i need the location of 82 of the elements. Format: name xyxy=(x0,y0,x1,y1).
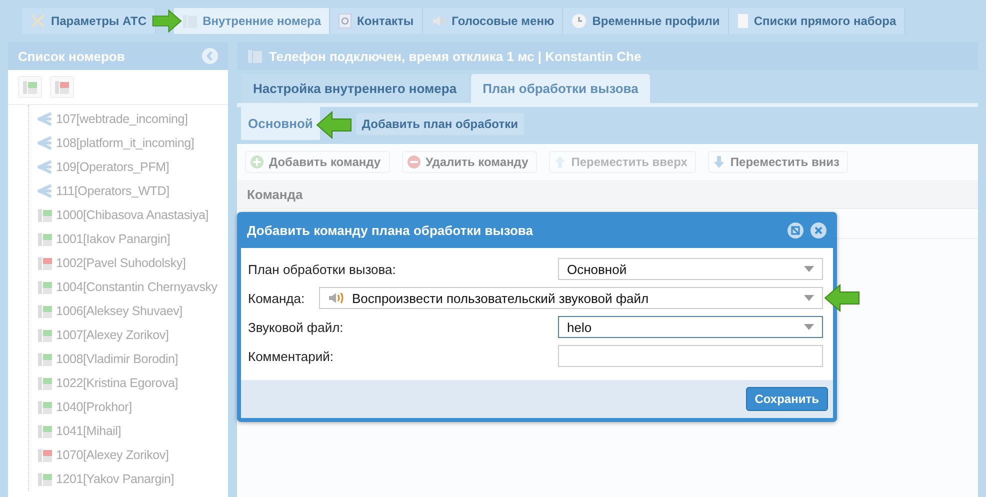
desk-phone-icon xyxy=(37,351,53,367)
main-tab[interactable]: Списки прямого набора xyxy=(728,8,906,34)
save-button[interactable]: Сохранить xyxy=(746,387,828,411)
branch-icon xyxy=(37,112,53,126)
panel-title: Телефон подключен, время отклика 1 мс | Konstantin Che xyxy=(269,48,642,64)
desk-phone-icon xyxy=(54,79,70,95)
document-icon xyxy=(736,13,749,29)
dropdown-caret-icon xyxy=(804,324,814,330)
dropdown-field[interactable]: helo xyxy=(558,316,823,338)
desk-phone-icon xyxy=(37,375,53,391)
tools-icon xyxy=(30,13,46,29)
tree-item[interactable]: 1022[Kristina Egorova] xyxy=(29,371,228,395)
speaker-icon xyxy=(328,291,346,305)
tree-item[interactable]: 108[platform_it_incoming] xyxy=(29,131,228,155)
tree-item[interactable]: 1201[Yakov Panargin] xyxy=(29,467,228,491)
maximize-icon[interactable] xyxy=(787,222,804,238)
main-tab[interactable]: Голосовые меню xyxy=(422,8,564,34)
remove-number-button[interactable] xyxy=(50,76,74,98)
tree-item[interactable]: 1040[Prokhor] xyxy=(29,395,228,419)
tree-item[interactable]: 1002[Pavel Suhodolsky] xyxy=(29,251,228,275)
remove-icon xyxy=(406,155,421,169)
toolbar-button[interactable]: Переместить вниз xyxy=(708,151,848,173)
input-field[interactable] xyxy=(558,345,823,367)
tree-item[interactable]: 1001[Iakov Panargin] xyxy=(29,227,228,251)
desk-phone-icon xyxy=(37,279,53,295)
branch-icon xyxy=(37,184,53,198)
plan-tab[interactable]: Основной xyxy=(241,107,320,140)
tree-item[interactable]: 1008[Vladimir Borodin] xyxy=(29,347,228,371)
main-tab[interactable]: Параметры АТС xyxy=(22,8,156,34)
left-arrow-icon xyxy=(316,111,352,139)
desk-phone-icon xyxy=(37,231,53,247)
dropdown-caret-icon xyxy=(804,266,814,272)
desk-phone-icon xyxy=(182,13,198,29)
toolbar-button[interactable]: Добавить команду xyxy=(245,151,390,173)
main-tab[interactable]: Внутренние номера xyxy=(174,8,330,34)
sidebar-title: Список номеров xyxy=(18,48,125,64)
right-arrow-icon xyxy=(152,9,182,33)
desk-phone-icon xyxy=(37,471,53,487)
contact-card-icon xyxy=(338,13,352,29)
branch-icon xyxy=(37,136,53,150)
toolbar-button[interactable]: Удалить команду xyxy=(402,151,538,173)
field-label: Звуковой файл: xyxy=(248,320,344,334)
collapse-icon[interactable] xyxy=(202,48,218,64)
add-plan-button[interactable]: Добавить план обработки xyxy=(356,112,524,134)
tree-item[interactable]: 109[Operators_PFM] xyxy=(29,155,228,179)
tree-item[interactable]: 1070[Alexey Zorikov] xyxy=(29,443,228,467)
branch-icon xyxy=(37,160,53,174)
clock-icon xyxy=(571,13,588,29)
desk-phone-icon xyxy=(37,423,53,439)
desk-phone-icon xyxy=(37,399,53,415)
dialog-title: Добавить команду плана обработки вызова xyxy=(247,222,533,238)
tree-item[interactable]: 1041[Mihail] xyxy=(29,419,228,443)
desk-phone-icon xyxy=(37,255,53,271)
add-number-button[interactable] xyxy=(18,76,42,98)
main-tab[interactable]: Контакты xyxy=(330,8,423,34)
desk-phone-icon xyxy=(37,327,53,343)
tree-item[interactable]: 107[webtrade_incoming] xyxy=(29,107,228,131)
desk-phone-icon xyxy=(22,79,38,95)
column-header: Команда xyxy=(237,180,978,209)
desk-phone-icon xyxy=(37,207,53,223)
up-arrow-icon xyxy=(554,155,566,169)
desk-phone-icon xyxy=(37,447,53,463)
field-label: Команда: xyxy=(248,290,305,306)
tree-item[interactable]: 1000[Chibasova Anastasiya] xyxy=(29,203,228,227)
dropdown-field[interactable]: Воспроизвести пользовательский звуковой файл xyxy=(319,287,823,309)
dropdown-caret-icon xyxy=(804,295,814,301)
field-label: Комментарий: xyxy=(248,348,334,364)
main-tab[interactable]: Временные профили xyxy=(563,8,729,34)
tree-item[interactable]: 1004[Constantin Chernyavsky xyxy=(29,275,228,299)
tree-item[interactable]: 1007[Alexey Zorikov] xyxy=(29,323,228,347)
sub-tab[interactable]: Настройка внутреннего номера xyxy=(241,74,469,103)
close-icon[interactable] xyxy=(810,222,827,238)
add-icon xyxy=(250,155,264,169)
dropdown-field[interactable]: Основной xyxy=(558,258,823,280)
sub-tab[interactable]: План обработки вызова xyxy=(470,74,650,103)
tree-item[interactable]: 1006[Aleksey Shuvaev] xyxy=(29,299,228,323)
desk-phone-icon xyxy=(247,48,263,64)
left-arrow-icon xyxy=(824,284,860,312)
desk-phone-icon xyxy=(37,303,53,319)
down-arrow-icon xyxy=(713,155,726,169)
field-label: План обработки вызова: xyxy=(248,262,396,276)
tree-item[interactable]: 111[Operators_WTD] xyxy=(29,179,228,203)
